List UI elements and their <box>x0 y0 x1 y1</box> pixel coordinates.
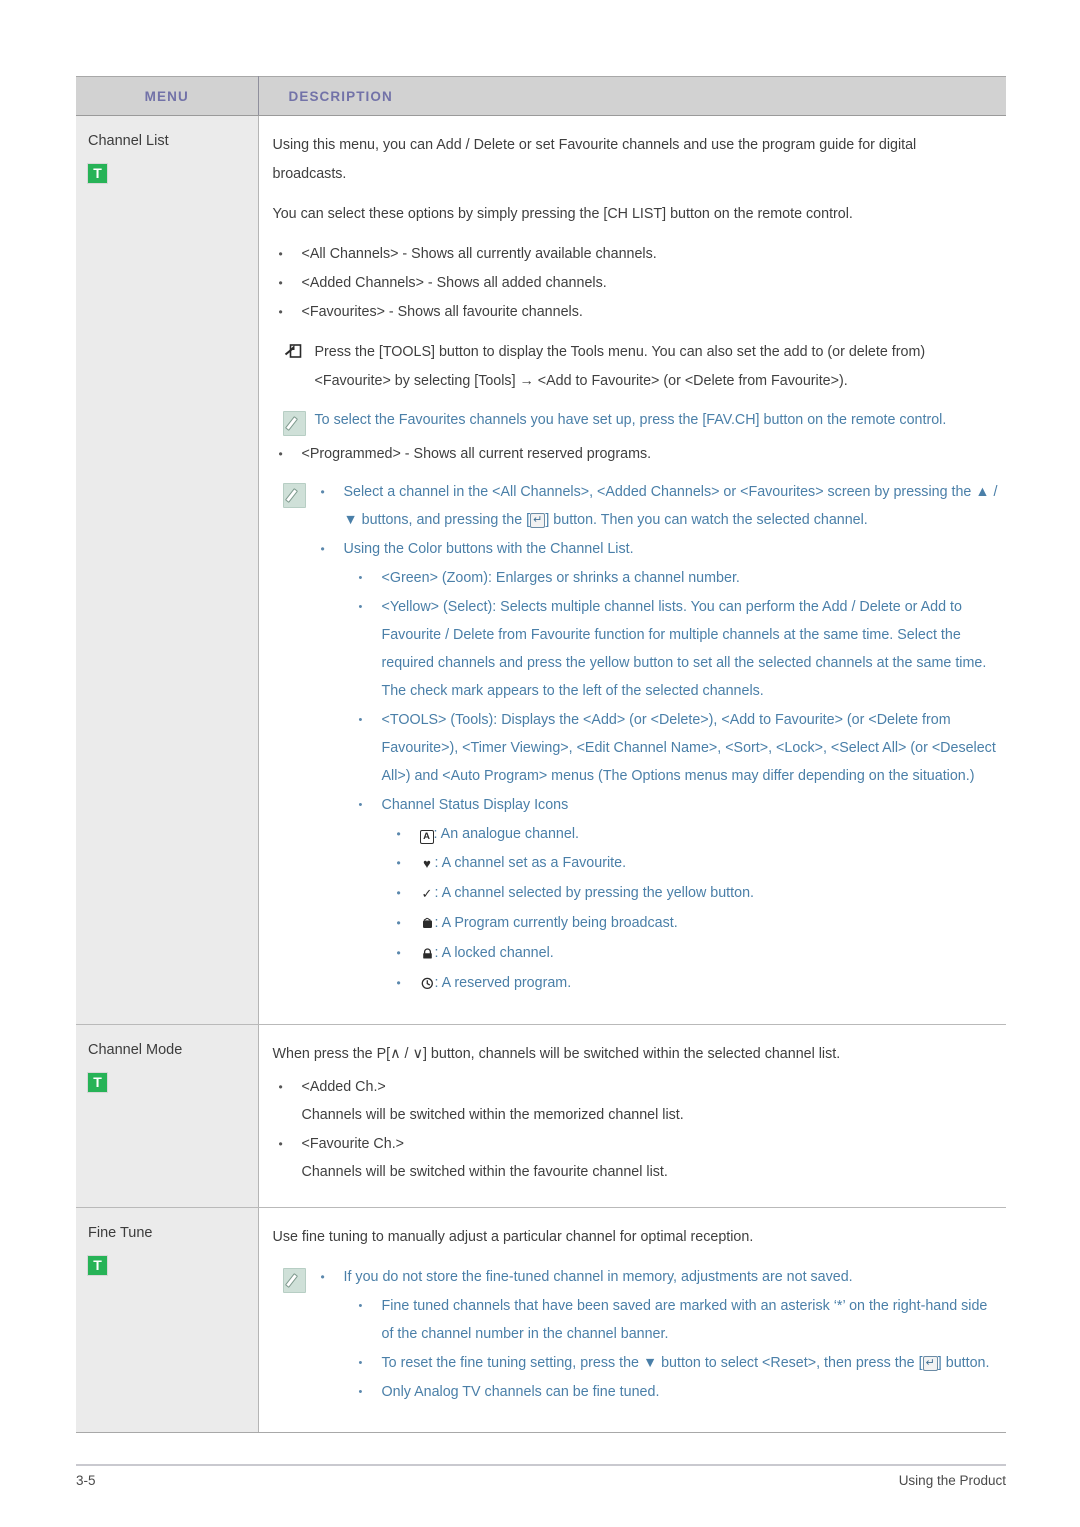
note-blue-list: If you do not store the fine-tuned chann… <box>315 1263 1001 1291</box>
footer-section-title: Using the Product <box>898 1473 1006 1488</box>
list-item: <Favourites> - Shows all favourite chann… <box>273 298 1001 326</box>
list-item: <Favourite Ch.> Channels will be switche… <box>273 1130 1001 1186</box>
menu-title: Channel List <box>88 133 169 149</box>
column-header-menu: MENU <box>76 76 259 116</box>
list-item: <TOOLS> (Tools): Displays the <Add> (or … <box>353 706 1001 790</box>
table-row: Channel Mode T When press the P[∧ / ∨] b… <box>76 1024 1006 1208</box>
list-item: Only Analog TV channels can be fine tune… <box>353 1378 1001 1406</box>
menu-cell-channel-mode: Channel Mode T <box>76 1024 259 1208</box>
list-item: Using the Color buttons with the Channel… <box>315 535 1001 563</box>
status-item-text: : A reserved program. <box>434 975 572 991</box>
channel-mode-post: ] button, channels will be switched with… <box>422 1046 841 1062</box>
column-header-description: DESCRIPTION <box>258 76 1006 116</box>
list-item: A: An analogue channel. <box>391 820 1001 848</box>
description-cell-channel-list: Using this menu, you can Add / Delete or… <box>258 115 1006 1025</box>
list-item: <Added Channels> - Shows all added chann… <box>273 269 1001 297</box>
intro-paragraph: Using this menu, you can Add / Delete or… <box>272 137 917 182</box>
description-cell-channel-mode: When press the P[∧ / ∨] button, channels… <box>258 1024 1006 1208</box>
option-label: <Added Ch.> <box>301 1079 386 1095</box>
channel-mode-intro: When press the P[∧ / ∨] button, channels… <box>273 1040 993 1069</box>
terrestrial-badge-icon: T <box>88 164 107 183</box>
note-blue-list: Select a channel in the <All Channels>, … <box>315 478 1001 563</box>
page-footer: 3-5 Using the Product <box>76 1473 1006 1488</box>
list-item: <Green> (Zoom): Enlarges or shrinks a ch… <box>353 564 1001 592</box>
status-item-text: : A channel set as a Favourite. <box>434 855 627 871</box>
status-item-text: : A channel selected by pressing the yel… <box>434 885 755 901</box>
fine-tune-sub-list: Fine tuned channels that have been saved… <box>353 1292 1001 1406</box>
note-select-post: ] button. Then you can watch the selecte… <box>545 512 868 528</box>
status-icons-heading-list: Channel Status Display Icons <box>353 791 1001 819</box>
menu-description-table: MENU DESCRIPTION Channel List T Using th… <box>76 76 1006 1433</box>
document-page: MENU DESCRIPTION Channel List T Using th… <box>0 0 1080 1527</box>
table-header-row: MENU DESCRIPTION <box>76 76 1006 116</box>
list-item: Channel Status Display Icons <box>353 791 1001 819</box>
option-detail: Channels will be switched within the fav… <box>301 1164 668 1180</box>
terrestrial-badge-icon: T <box>88 1256 107 1275</box>
note-pencil-icon <box>282 411 306 436</box>
menu-title: Fine Tune <box>88 1225 153 1241</box>
option-label: <Favourite Ch.> <box>301 1136 405 1152</box>
terrestrial-badge-icon: T <box>88 1073 107 1092</box>
list-item: Select a channel in the <All Channels>, … <box>315 478 1001 534</box>
list-item: To reset the fine tuning setting, press … <box>353 1349 1001 1377</box>
enter-button-icon: ↵ <box>530 513 546 528</box>
footer-page-number: 3-5 <box>76 1473 96 1488</box>
list-item: <Added Ch.> Channels will be switched wi… <box>273 1073 1001 1129</box>
note-pencil-icon <box>282 483 306 508</box>
channel-up-down-icon: ∧ / ∨ <box>390 1046 423 1062</box>
menu-cell-channel-list: Channel List T <box>76 115 259 1025</box>
list-item: If you do not store the fine-tuned chann… <box>315 1263 1001 1291</box>
note-favourites: To select the Favourites channels you ha… <box>273 406 1001 436</box>
channel-mode-pre: When press the P[ <box>272 1046 391 1062</box>
note-pencil-icon <box>282 1268 306 1293</box>
note-channel-selection: Select a channel in the <All Channels>, … <box>273 478 1001 998</box>
status-item-text: : An analogue channel. <box>433 826 579 842</box>
tv-broadcast-icon <box>420 910 435 938</box>
table-row: Fine Tune T Use fine tuning to manually … <box>76 1207 1006 1433</box>
tools-note: Press the [TOOLS] button to display the … <box>273 338 1001 396</box>
check-mark-icon: ✓ <box>421 886 433 901</box>
tools-note-text: Press the [TOOLS] button to display the … <box>314 344 926 389</box>
channel-list-options: <All Channels> - Shows all currently ava… <box>273 240 1001 326</box>
note-text: To select the Favourites channels you ha… <box>314 412 947 428</box>
reset-post: ] button. <box>937 1355 990 1371</box>
list-item: : A reserved program. <box>391 969 1001 998</box>
description-cell-fine-tune: Use fine tuning to manually adjust a par… <box>258 1207 1006 1433</box>
tools-icon <box>284 342 303 361</box>
list-item: ♥: A channel set as a Favourite. <box>391 849 1001 878</box>
enter-button-icon: ↵ <box>922 1356 938 1371</box>
table-row: Channel List T Using this menu, you can … <box>76 115 1006 1025</box>
menu-title: Channel Mode <box>88 1042 183 1058</box>
list-item: : A locked channel. <box>391 939 1001 968</box>
status-icon-list: A: An analogue channel. ♥: A channel set… <box>391 820 1001 998</box>
list-item: <Programmed> - Shows all current reserve… <box>273 440 1001 468</box>
list-item: ✓: A channel selected by pressing the ye… <box>391 879 1001 908</box>
list-item: Fine tuned channels that have been saved… <box>353 1292 1001 1348</box>
note-fine-tune: If you do not store the fine-tuned chann… <box>273 1263 1001 1406</box>
menu-cell-fine-tune: Fine Tune T <box>76 1207 259 1433</box>
fine-tune-intro: Use fine tuning to manually adjust a par… <box>272 1229 754 1245</box>
list-item: <Yellow> (Select): Selects multiple chan… <box>353 593 1001 705</box>
channel-mode-options: <Added Ch.> Channels will be switched wi… <box>273 1073 1001 1186</box>
color-button-list: <Green> (Zoom): Enlarges or shrinks a ch… <box>353 564 1001 790</box>
analogue-channel-icon: A <box>419 830 434 844</box>
clock-icon <box>420 970 435 998</box>
favourite-heart-icon: ♥ <box>423 856 431 871</box>
option-detail: Channels will be switched within the mem… <box>301 1107 684 1123</box>
list-item: : A Program currently being broadcast. <box>391 909 1001 938</box>
footer-divider <box>76 1464 1006 1466</box>
lock-icon <box>420 940 435 968</box>
list-item: <All Channels> - Shows all currently ava… <box>273 240 1001 268</box>
chlist-button-paragraph: You can select these options by simply p… <box>272 206 853 222</box>
reset-pre: To reset the fine tuning setting, press … <box>381 1355 923 1371</box>
programmed-option: <Programmed> - Shows all current reserve… <box>273 440 1001 468</box>
status-item-text: : A Program currently being broadcast. <box>434 915 678 931</box>
status-item-text: : A locked channel. <box>434 945 554 961</box>
